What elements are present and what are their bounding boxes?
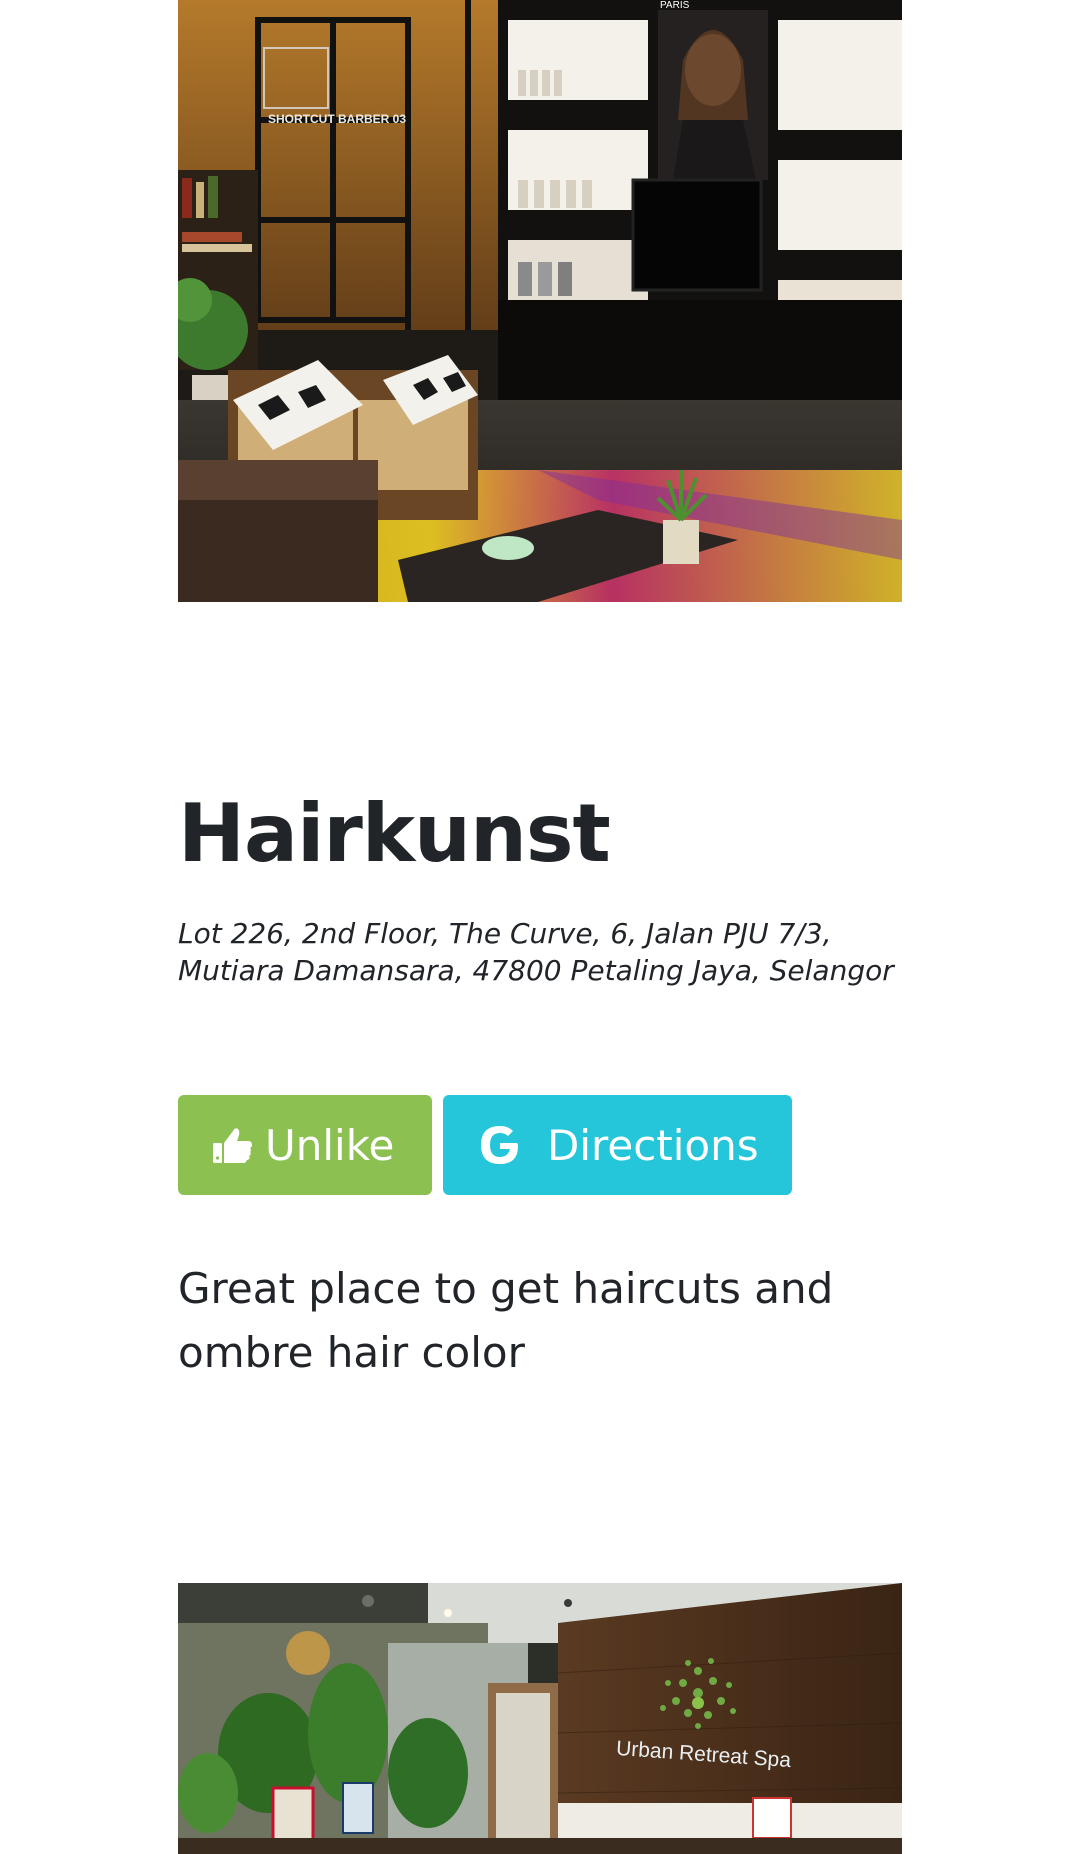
unlike-button-label: Unlike	[265, 1120, 395, 1170]
barber-glass-sign: SHORTCUT BARBER 03	[268, 112, 407, 126]
salon-photo-illustration	[178, 0, 902, 602]
directions-button-label: Directions	[547, 1120, 759, 1170]
google-icon	[477, 1122, 523, 1168]
directions-button[interactable]: Directions	[443, 1095, 792, 1195]
store-sign-text: PARIS	[660, 0, 690, 11]
spa-photo: Urban Retreat Spa	[178, 1583, 902, 1854]
salon-photo: SHORTCUT BARBER 03 PARIS	[178, 0, 902, 602]
listing-description: Great place to get haircuts and ombre ha…	[178, 1264, 834, 1377]
spa-photo-illustration	[178, 1583, 902, 1854]
thumbs-up-icon	[211, 1123, 255, 1167]
unlike-button[interactable]: Unlike	[178, 1095, 432, 1195]
listing-title: Hairkunst	[178, 787, 611, 880]
listing-address: Lot 226, 2nd Floor, The Curve, 6, Jalan …	[178, 917, 894, 987]
